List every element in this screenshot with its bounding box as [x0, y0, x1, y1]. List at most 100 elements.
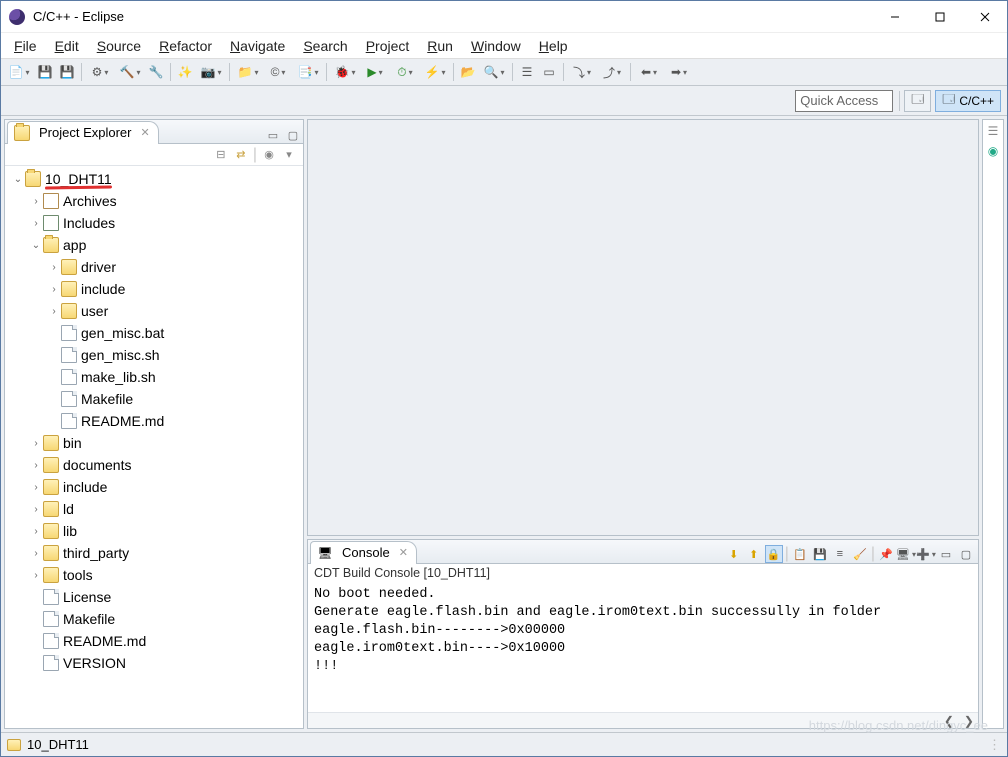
collapse-all-button[interactable]: ⊟	[213, 147, 229, 163]
menu-search[interactable]: Search	[294, 36, 356, 56]
twisty-icon[interactable]: ›	[29, 196, 43, 207]
search-button[interactable]: 🔍▾	[480, 62, 508, 82]
tree-node[interactable]: ⌄10_DHT11	[5, 168, 303, 190]
twisty-icon[interactable]: ›	[29, 218, 43, 229]
build-button[interactable]: ⚙▾	[86, 62, 114, 82]
wand-button[interactable]: ✨	[175, 62, 195, 82]
menu-navigate[interactable]: Navigate	[221, 36, 294, 56]
tree-node[interactable]: gen_misc.bat	[5, 322, 303, 344]
twisty-icon[interactable]: ⌄	[29, 240, 43, 251]
menu-window[interactable]: Window	[462, 36, 530, 56]
twisty-icon[interactable]: ⌄	[11, 174, 25, 185]
close-icon[interactable]: ✕	[399, 546, 408, 559]
run-button[interactable]: ▶▾	[361, 62, 389, 82]
tree-node[interactable]: ›user	[5, 300, 303, 322]
tree-node[interactable]: ›include	[5, 476, 303, 498]
copy-build-button[interactable]: 📋	[791, 545, 809, 563]
twisty-icon[interactable]: ›	[47, 284, 61, 295]
tree-node[interactable]: ›documents	[5, 454, 303, 476]
new-folder-button[interactable]: 📁▾	[234, 62, 262, 82]
tree-node[interactable]: VERSION	[5, 652, 303, 674]
close-button[interactable]	[962, 1, 1007, 33]
tab-project-explorer[interactable]: Project Explorer ✕	[7, 121, 159, 143]
forward-button[interactable]: ➡▾	[665, 62, 693, 82]
pin-console-button[interactable]: 📌	[877, 545, 895, 563]
tree-node[interactable]: ›ld	[5, 498, 303, 520]
close-icon[interactable]: ✕	[140, 126, 149, 139]
outline-min-icon[interactable]: ☰	[988, 124, 999, 138]
tree-node[interactable]: ›bin	[5, 432, 303, 454]
menu-file[interactable]: File	[5, 36, 46, 56]
clear-console-button[interactable]: 🧹	[851, 545, 869, 563]
save-console-button[interactable]: 💾	[811, 545, 829, 563]
tree-node[interactable]: ›third_party	[5, 542, 303, 564]
tree-node[interactable]: gen_misc.sh	[5, 344, 303, 366]
max-console-button[interactable]: ▢	[957, 545, 975, 563]
profile-button[interactable]: ⏱▾	[391, 62, 419, 82]
minimize-button[interactable]	[872, 1, 917, 33]
back-button[interactable]: ⬅▾	[635, 62, 663, 82]
tree-node[interactable]: ›include	[5, 278, 303, 300]
tree-node[interactable]: ›Includes	[5, 212, 303, 234]
view-menu-button[interactable]: ▾	[281, 147, 297, 163]
maximize-button[interactable]	[917, 1, 962, 33]
twisty-icon[interactable]: ›	[29, 482, 43, 493]
console-output[interactable]: No boot needed. Generate eagle.flash.bin…	[308, 584, 978, 712]
save-all-button[interactable]: 💾	[57, 62, 77, 82]
target-min-icon[interactable]: ◉	[988, 144, 998, 158]
twisty-icon[interactable]: ›	[47, 306, 61, 317]
twisty-icon[interactable]: ›	[29, 548, 43, 559]
twisty-icon[interactable]: ›	[29, 570, 43, 581]
twisty-icon[interactable]: ›	[29, 460, 43, 471]
new-button[interactable]: 📄▾	[5, 62, 33, 82]
ext-tools-button[interactable]: ⚡▾	[421, 62, 449, 82]
tree-node[interactable]: ›driver	[5, 256, 303, 278]
link-editor-button[interactable]: ⇄	[233, 147, 249, 163]
min-console-button[interactable]: ▭	[937, 545, 955, 563]
scroll-up-icon[interactable]: ⬆	[745, 545, 763, 563]
build-config-button[interactable]: 🔧	[146, 62, 166, 82]
prev-annotation-button[interactable]: ⤴▾	[598, 62, 626, 82]
next-annotation-button[interactable]: ⤵▾	[568, 62, 596, 82]
menu-edit[interactable]: Edit	[46, 36, 88, 56]
tree-node[interactable]: ›Archives	[5, 190, 303, 212]
wrap-button[interactable]: ≡	[831, 545, 849, 563]
new-class-button[interactable]: ©▾	[264, 62, 292, 82]
open-type-button[interactable]: 📂	[458, 62, 478, 82]
block-select-button[interactable]: ▭	[539, 62, 559, 82]
focus-task-button[interactable]: ◉	[261, 147, 277, 163]
tree-node[interactable]: README.md	[5, 630, 303, 652]
camera-button[interactable]: 📷▾	[197, 62, 225, 82]
twisty-icon[interactable]: ›	[29, 526, 43, 537]
tree-node[interactable]: ⌄app	[5, 234, 303, 256]
new-source-button[interactable]: 📑▾	[294, 62, 322, 82]
open-perspective-button[interactable]: 🗔	[904, 90, 931, 112]
menu-refactor[interactable]: Refactor	[150, 36, 221, 56]
menu-source[interactable]: Source	[88, 36, 150, 56]
tab-console[interactable]: 🖥 Console ✕	[310, 541, 417, 563]
tree-node[interactable]: ›tools	[5, 564, 303, 586]
menu-project[interactable]: Project	[357, 36, 419, 56]
tree-node[interactable]: README.md	[5, 410, 303, 432]
project-tree[interactable]: ⌄10_DHT11›Archives›Includes⌄app›driver›i…	[5, 166, 303, 728]
tree-node[interactable]: make_lib.sh	[5, 366, 303, 388]
menu-run[interactable]: Run	[418, 36, 462, 56]
perspective-cpp-button[interactable]: 🗔C/C++	[935, 90, 1001, 112]
tree-node[interactable]: License	[5, 586, 303, 608]
twisty-icon[interactable]: ›	[47, 262, 61, 273]
toggle-mark-button[interactable]: ☰	[517, 62, 537, 82]
quick-access-input[interactable]: Quick Access	[795, 90, 893, 112]
tree-node[interactable]: ›lib	[5, 520, 303, 542]
display-console-button[interactable]: 🖥▾	[897, 545, 915, 563]
tree-node[interactable]: Makefile	[5, 388, 303, 410]
maximize-view-button[interactable]: ▢	[285, 127, 301, 143]
scroll-lock-button[interactable]: 🔒	[765, 545, 783, 563]
debug-button[interactable]: 🐞▾	[331, 62, 359, 82]
minimize-view-button[interactable]: ▭	[265, 127, 281, 143]
twisty-icon[interactable]: ›	[29, 504, 43, 515]
save-button[interactable]: 💾	[35, 62, 55, 82]
open-console-button[interactable]: ➕▾	[917, 545, 935, 563]
scroll-down-icon[interactable]: ⬇	[725, 545, 743, 563]
hammer-button[interactable]: 🔨▾	[116, 62, 144, 82]
menu-help[interactable]: Help	[530, 36, 577, 56]
